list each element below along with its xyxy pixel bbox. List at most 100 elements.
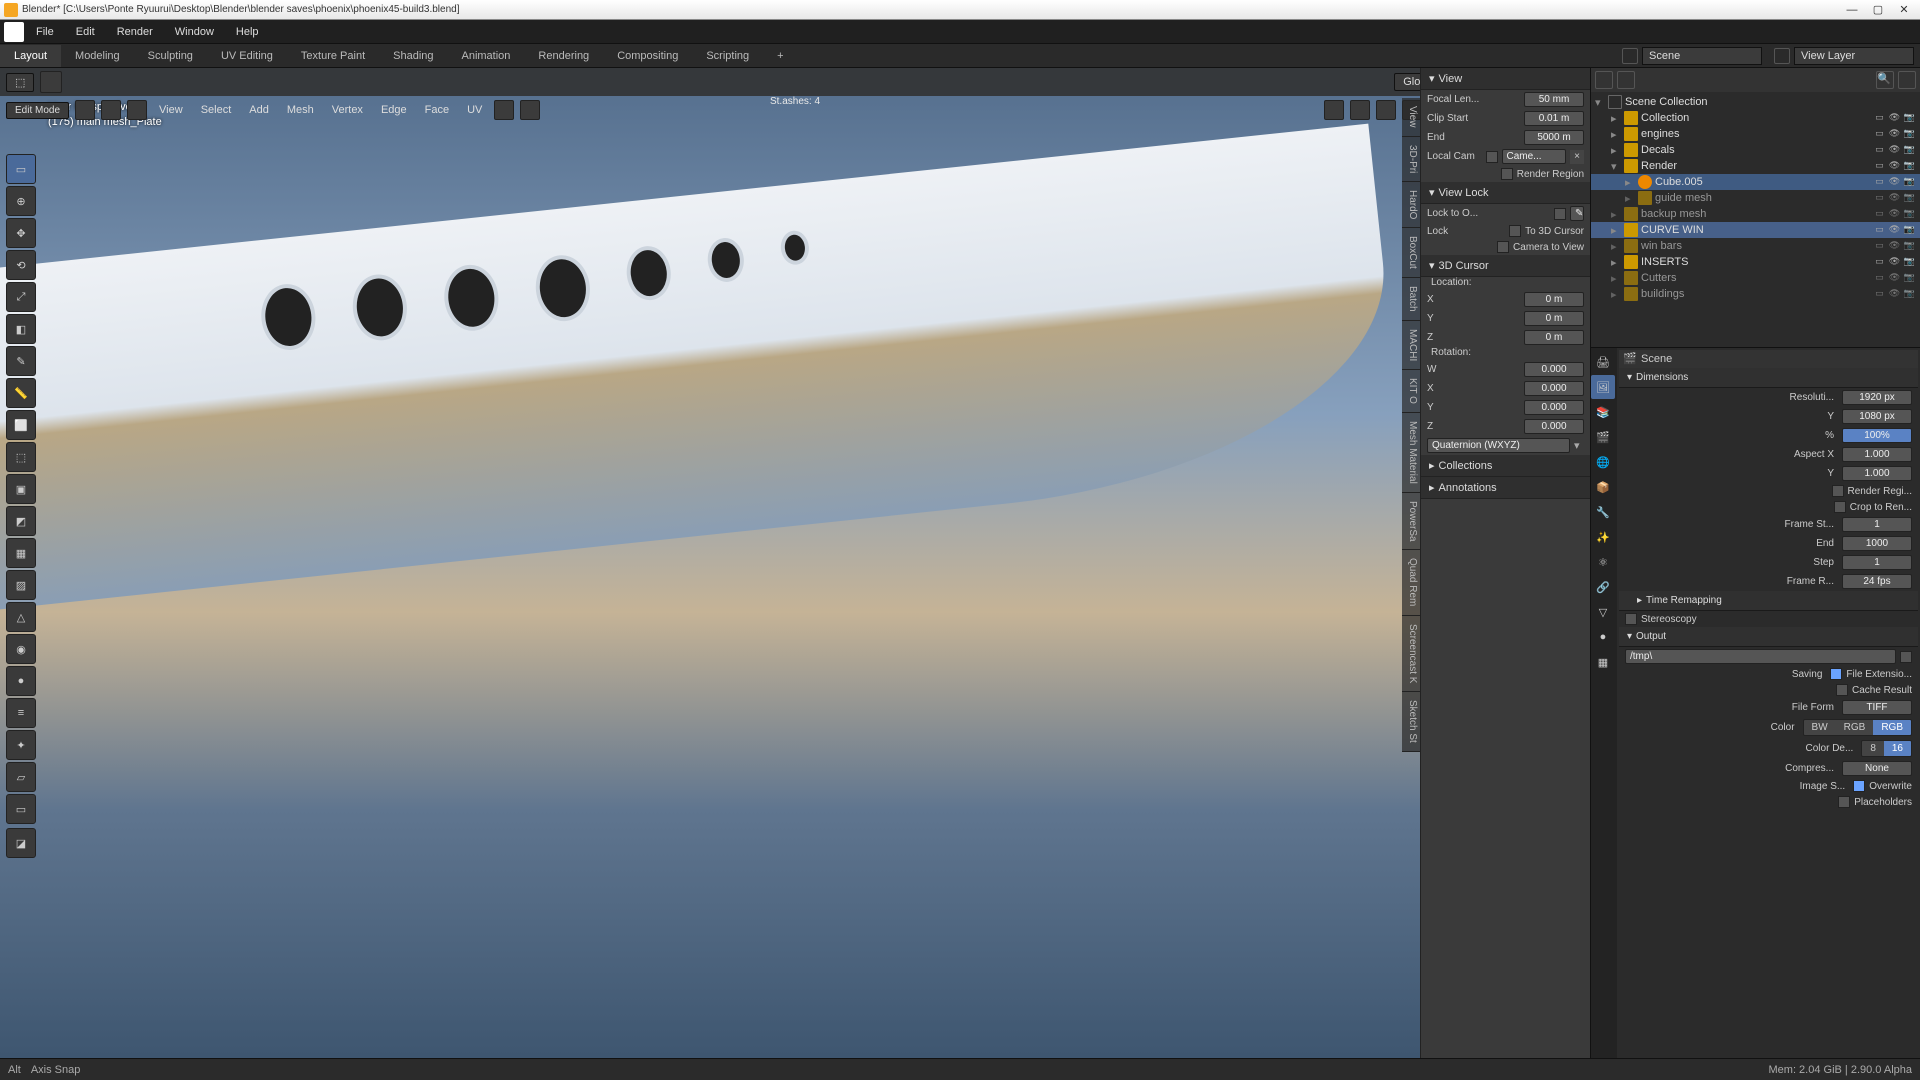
tab-add[interactable]: +: [763, 45, 797, 67]
placeholders-checkbox[interactable]: [1838, 796, 1850, 808]
outliner-item[interactable]: ▸win bars▭👁📷: [1591, 238, 1920, 254]
rotw-value[interactable]: 0.000: [1524, 362, 1584, 377]
restrict-select-icon[interactable]: ▭: [1873, 288, 1886, 301]
restrict-select-icon[interactable]: ▭: [1873, 112, 1886, 125]
3d-viewport[interactable]: ⬚ Global Edit Mode View Select Add Mesh …: [0, 68, 1590, 1058]
menu-face[interactable]: Face: [419, 104, 455, 116]
ntab-hardops[interactable]: HardO: [1402, 182, 1420, 228]
restrict-select-icon[interactable]: ▭: [1873, 176, 1886, 189]
ntab-meshmat[interactable]: Mesh Material: [1402, 413, 1420, 493]
output-path[interactable]: /tmp\: [1625, 649, 1896, 664]
localcam-value[interactable]: Came...: [1502, 149, 1567, 164]
ptab-render-icon[interactable]: 🖨: [1591, 350, 1615, 374]
restrict-viewport-icon[interactable]: 👁: [1888, 160, 1901, 173]
minimize-button[interactable]: —: [1840, 3, 1864, 17]
color-bw[interactable]: BW: [1804, 720, 1836, 735]
menu-help[interactable]: Help: [226, 22, 269, 42]
outliner-search-icon[interactable]: 🔍: [1876, 71, 1894, 89]
cursor-tool-icon[interactable]: [40, 71, 62, 93]
ntab-batch[interactable]: Batch: [1402, 278, 1420, 321]
tool-move[interactable]: ✥: [6, 218, 36, 248]
tool-scale[interactable]: ⤢: [6, 282, 36, 312]
mesh-dropdown2-icon[interactable]: [520, 100, 540, 120]
cd-16[interactable]: 16: [1884, 741, 1911, 756]
restrict-render-icon[interactable]: 📷: [1903, 288, 1916, 301]
overwrite-checkbox[interactable]: [1853, 780, 1865, 792]
tool-shear[interactable]: ▱: [6, 762, 36, 792]
restrict-select-icon[interactable]: ▭: [1873, 208, 1886, 221]
rotx-value[interactable]: 0.000: [1524, 381, 1584, 396]
outliner-item[interactable]: ▸Cube.005▭👁📷: [1591, 174, 1920, 190]
tool-loopcut[interactable]: ▦: [6, 538, 36, 568]
ptab-texture-icon[interactable]: ▦: [1591, 650, 1615, 674]
stereo-checkbox[interactable]: [1625, 613, 1637, 625]
outliner-item[interactable]: ▸Decals▭👁📷: [1591, 142, 1920, 158]
restrict-render-icon[interactable]: 📷: [1903, 128, 1916, 141]
tab-animation[interactable]: Animation: [448, 45, 525, 67]
ntab-view[interactable]: View: [1402, 98, 1420, 137]
ntab-3dpri[interactable]: 3D-Pri: [1402, 137, 1420, 182]
scene-name-input[interactable]: [1642, 47, 1762, 65]
menu-edit[interactable]: Edit: [66, 22, 105, 42]
menu-edge[interactable]: Edge: [375, 104, 413, 116]
frameend-value[interactable]: 1000: [1842, 536, 1912, 551]
renderregion-checkbox[interactable]: [1501, 168, 1513, 180]
blender-logo-icon[interactable]: [4, 22, 24, 42]
close-button[interactable]: ✕: [1892, 3, 1916, 17]
ptab-object-icon[interactable]: 📦: [1591, 475, 1615, 499]
restrict-viewport-icon[interactable]: 👁: [1888, 128, 1901, 141]
tool-bevel[interactable]: ◩: [6, 506, 36, 536]
overlay-toggle-icon[interactable]: [1376, 100, 1396, 120]
menu-uv[interactable]: UV: [461, 104, 488, 116]
scene-selector[interactable]: [1616, 47, 1768, 65]
crop-checkbox[interactable]: [1834, 501, 1846, 513]
tool-cursor[interactable]: ⊕: [6, 186, 36, 216]
restrict-render-icon[interactable]: 📷: [1903, 160, 1916, 173]
object-vis-dropdown-icon[interactable]: [1324, 100, 1344, 120]
ntab-screencast[interactable]: Screencast K: [1402, 616, 1420, 692]
localcam-clear-icon[interactable]: ×: [1570, 150, 1584, 164]
outliner-root[interactable]: ▾Scene Collection: [1591, 94, 1920, 110]
menu-window[interactable]: Window: [165, 22, 224, 42]
locy-value[interactable]: 0 m: [1524, 311, 1584, 326]
ntab-kito[interactable]: KIT O: [1402, 370, 1420, 413]
menu-file[interactable]: File: [26, 22, 64, 42]
focal-value[interactable]: 50 mm: [1524, 92, 1584, 107]
rotation-mode-dropdown[interactable]: Quaternion (WXYZ): [1427, 438, 1570, 453]
outliner-editor-icon[interactable]: [1595, 71, 1613, 89]
tool-inset[interactable]: ▣: [6, 474, 36, 504]
outliner-item[interactable]: ▸engines▭👁📷: [1591, 126, 1920, 142]
resx-value[interactable]: 1920 px: [1842, 390, 1912, 405]
ntab-sketchst[interactable]: Sketch St: [1402, 692, 1420, 752]
fileform-value[interactable]: TIFF: [1842, 700, 1912, 715]
restrict-render-icon[interactable]: 📷: [1903, 224, 1916, 237]
outliner-item[interactable]: ▸backup mesh▭👁📷: [1591, 206, 1920, 222]
tool-addcube[interactable]: ⬜: [6, 410, 36, 440]
tab-sculpting[interactable]: Sculpting: [134, 45, 207, 67]
colordepth-segmented[interactable]: 8 16: [1861, 740, 1912, 757]
ptab-physics-icon[interactable]: ⚛: [1591, 550, 1615, 574]
restrict-viewport-icon[interactable]: 👁: [1888, 224, 1901, 237]
restrict-render-icon[interactable]: 📷: [1903, 240, 1916, 253]
ptab-world-icon[interactable]: 🌐: [1591, 450, 1615, 474]
outliner-item[interactable]: ▸INSERTS▭👁📷: [1591, 254, 1920, 270]
ay-value[interactable]: 1.000: [1842, 466, 1912, 481]
mode-dropdown[interactable]: Edit Mode: [6, 102, 69, 119]
tool-select-box[interactable]: ▭: [6, 154, 36, 184]
menu-mesh[interactable]: Mesh: [281, 104, 320, 116]
restrict-viewport-icon[interactable]: 👁: [1888, 176, 1901, 189]
resp-value[interactable]: 100%: [1842, 428, 1912, 443]
ptab-constraint-icon[interactable]: 🔗: [1591, 575, 1615, 599]
tool-transform[interactable]: ◧: [6, 314, 36, 344]
restrict-render-icon[interactable]: 📷: [1903, 272, 1916, 285]
locx-value[interactable]: 0 m: [1524, 292, 1584, 307]
cd-8[interactable]: 8: [1862, 741, 1884, 756]
resy-value[interactable]: 1080 px: [1842, 409, 1912, 424]
panel-annotations-header[interactable]: Annotations: [1421, 477, 1590, 499]
outliner-item[interactable]: ▾Render▭👁📷: [1591, 158, 1920, 174]
tab-uvediting[interactable]: UV Editing: [207, 45, 287, 67]
tab-modeling[interactable]: Modeling: [61, 45, 134, 67]
viewlayer-name-input[interactable]: [1794, 47, 1914, 65]
ntab-boxcut[interactable]: BoxCut: [1402, 228, 1420, 278]
restrict-viewport-icon[interactable]: 👁: [1888, 112, 1901, 125]
